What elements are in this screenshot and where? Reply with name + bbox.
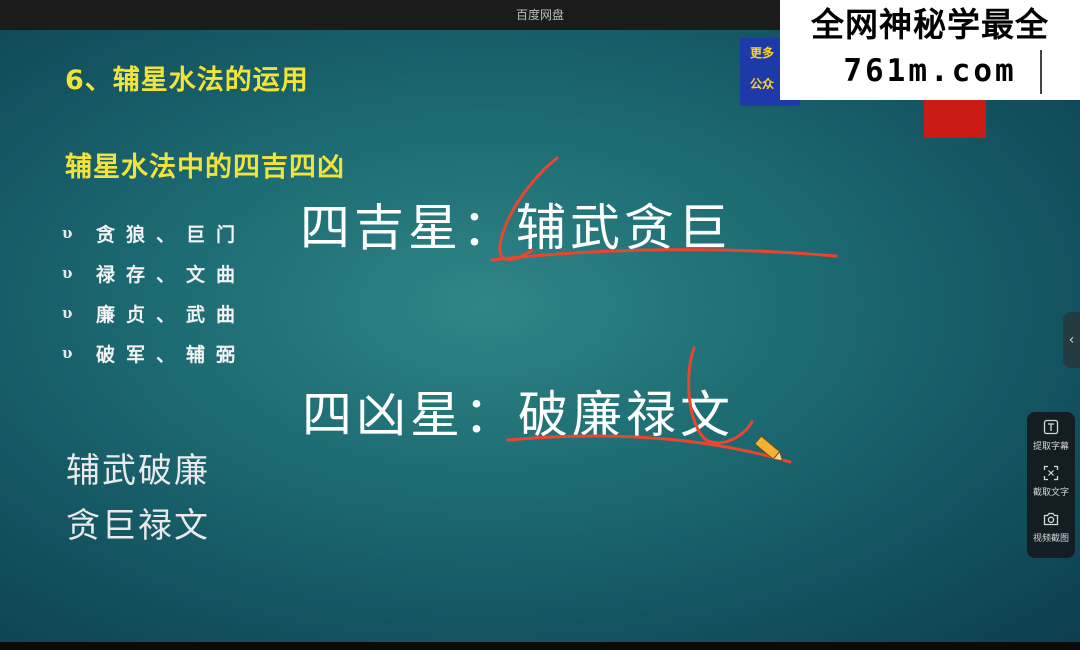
- extract-subtitle-button[interactable]: 提取字幕: [1027, 412, 1075, 458]
- list-item: υ 贪狼、巨门: [62, 213, 246, 253]
- window-title: 百度网盘: [515, 8, 564, 22]
- chevron-left-icon: ‹: [1068, 332, 1075, 348]
- slide-heading: 6、辅星水法的运用: [65, 65, 309, 96]
- summary-line-2: 贪巨禄文: [66, 506, 210, 546]
- capture-text-button[interactable]: 截取文字: [1027, 458, 1075, 504]
- list-item: υ 廉贞、武曲: [62, 293, 246, 333]
- list-item: υ 破军、辅弼: [62, 333, 246, 373]
- star-bullet-list: υ 贪狼、巨门 υ 禄存、文曲 υ 廉贞、武曲 υ 破军、辅弼: [62, 213, 246, 373]
- capture-text-icon: [1042, 464, 1060, 482]
- video-frame[interactable]: 6、辅星水法的运用 辅星水法中的四吉四凶 υ 贪狼、巨门 υ 禄存、文曲 υ 廉…: [0, 30, 1080, 642]
- video-player-window: 百度网盘 6、辅星水法的运用 辅星水法中的四吉四凶 υ 贪狼、巨门 υ 禄存、文…: [0, 0, 1080, 650]
- pencil-cursor-icon: [754, 435, 784, 462]
- bottom-bar: [0, 642, 1080, 650]
- video-screenshot-label: 视频截图: [1032, 534, 1069, 544]
- slide-subheading: 辅星水法中的四吉四凶: [65, 152, 345, 183]
- lucky-stars-line: 四吉星：辅武贪巨: [300, 199, 732, 257]
- bullet-text: 破军、辅弼: [96, 343, 247, 366]
- video-tool-panel: 提取字幕 截取文字 视频截图: [1027, 412, 1075, 558]
- bullet-text: 禄存、文曲: [96, 263, 247, 286]
- summary-line-1: 辅武破廉: [66, 451, 210, 491]
- extract-subtitle-label: 提取字幕: [1032, 442, 1069, 452]
- watermark-url: 761m.com: [843, 53, 1017, 89]
- bullet-icon: υ: [62, 224, 73, 242]
- bullet-icon: υ: [62, 304, 73, 322]
- bullet-text: 廉贞、武曲: [96, 303, 247, 326]
- bullet-icon: υ: [62, 344, 73, 362]
- camera-icon: [1042, 510, 1060, 528]
- red-decoration-block: [924, 100, 986, 138]
- capture-text-label: 截取文字: [1032, 488, 1069, 498]
- video-screenshot-button[interactable]: 视频截图: [1027, 504, 1075, 550]
- bullet-icon: υ: [62, 264, 73, 282]
- site-watermark: 全网神秘学最全 761m.com: [780, 0, 1080, 100]
- unlucky-stars-line: 四凶星：破廉禄文: [302, 386, 734, 444]
- extract-subtitle-icon: [1042, 418, 1060, 436]
- bullet-text: 贪狼、巨门: [96, 223, 247, 246]
- watermark-divider: [1040, 50, 1042, 94]
- panel-collapse-button[interactable]: ‹: [1063, 312, 1080, 368]
- watermark-title: 全网神秘学最全: [811, 5, 1049, 44]
- list-item: υ 禄存、文曲: [62, 253, 246, 293]
